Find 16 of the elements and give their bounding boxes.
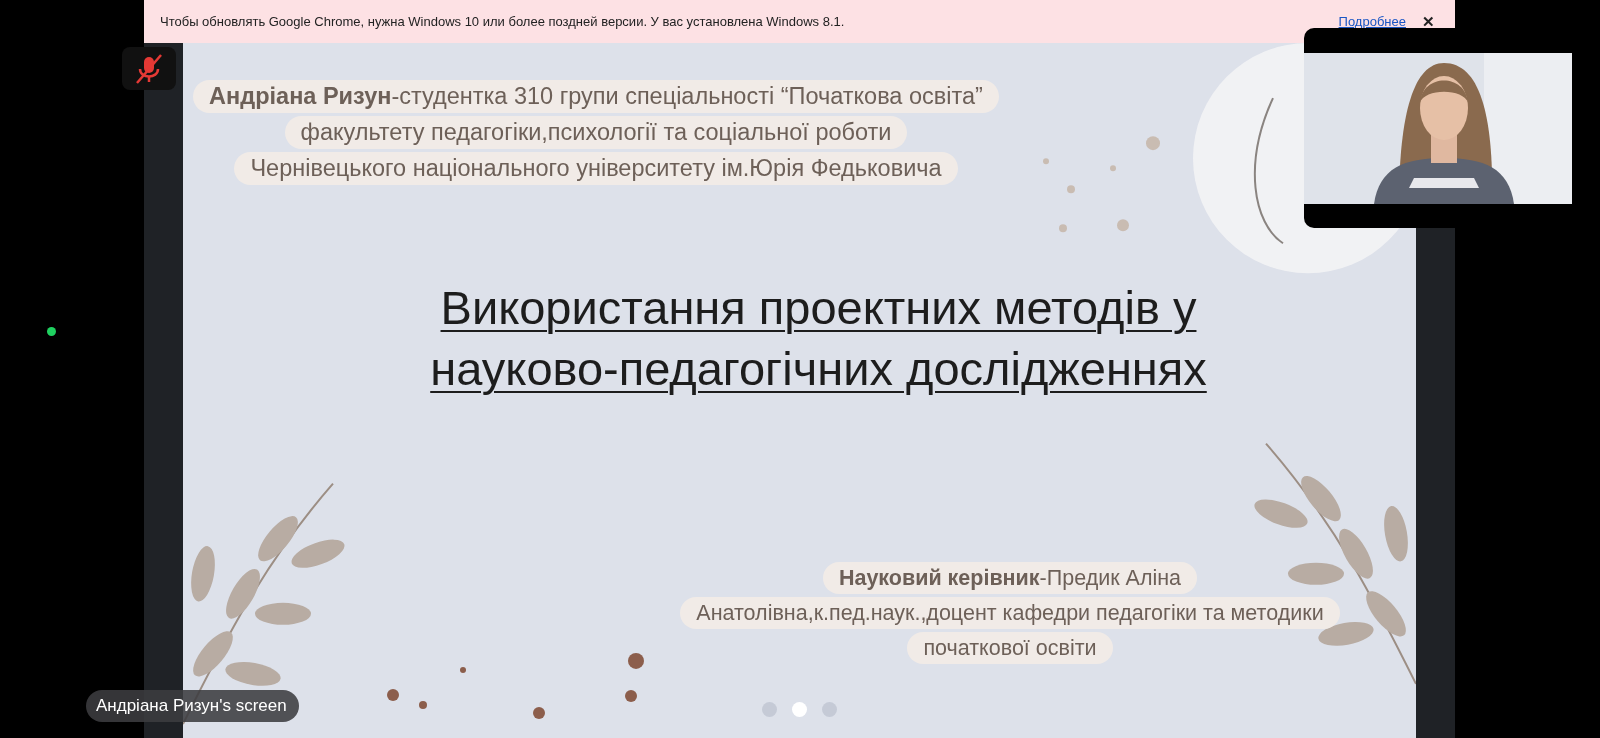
author-text: Чернівецького національного університету ім.Юрія Федьковича [234,152,958,185]
details-link[interactable]: Подробнее [1338,14,1406,29]
author-text: Андріана Ризун-студентка 310 групи спеціальності “Початкова освіта” [193,80,999,113]
author-text: факультету педагогіки,психології та соціальної роботи [284,116,908,149]
supervisor-text: Анатолівна,к.пед.наук.,доцент кафедри педагогіки та методики [680,597,1340,629]
supervisor-text: початкової освіти [907,632,1113,664]
page-dot[interactable] [762,702,777,717]
page-dot[interactable] [822,702,837,717]
supervisor-text: Науковий керівник-Предик Аліна [822,562,1198,594]
banner-message: Чтобы обновлять Google Chrome, нужна Windows 10 или более поздней версии. У вас установлена Windows 8.1. [160,14,846,29]
slide-title: науково-педагогічних дослідженнях [430,341,1207,397]
status-dot-icon [47,327,56,336]
slide-title: Використання проектних методів у [440,280,1197,336]
muted-microphone-icon[interactable] [122,47,176,90]
screen-share-label: Андріана Ризун's screen [86,690,299,722]
page-dot[interactable] [792,702,807,717]
